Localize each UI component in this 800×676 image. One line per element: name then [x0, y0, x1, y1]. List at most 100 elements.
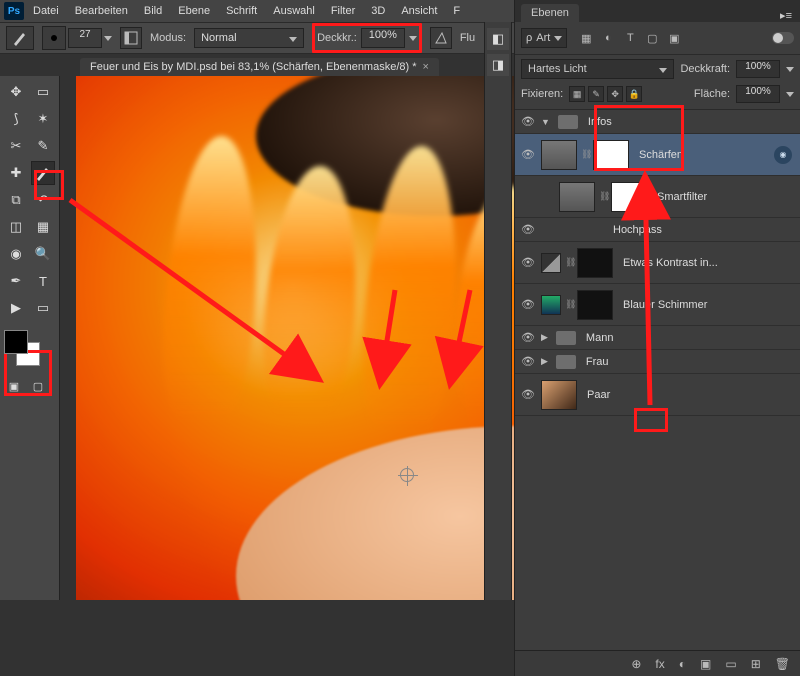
adjustment-layer-icon[interactable]: ▣ [700, 657, 711, 671]
document-tab[interactable]: Feuer und Eis by MDI.psd bei 83,1% (Schä… [80, 58, 439, 76]
layer-thumbnail[interactable] [559, 182, 595, 212]
menu-ansicht[interactable]: Ansicht [394, 3, 444, 19]
visibility-icon[interactable]: 👁 [519, 355, 537, 368]
layer-row[interactable]: 👁⛓Etwas Kontrast in... [515, 242, 800, 284]
layer-blend-mode[interactable]: Hartes Licht [521, 59, 674, 79]
folder-toggle-icon[interactable]: ▶ [541, 356, 548, 367]
panel-menu-icon[interactable]: ▸≡ [772, 9, 800, 22]
brush-tool[interactable] [31, 161, 55, 185]
lasso-tool[interactable]: ⟆ [4, 107, 28, 131]
tab-ebenen[interactable]: Ebenen [521, 4, 579, 22]
new-group-icon[interactable]: ▭ [725, 657, 736, 671]
mask-link-icon[interactable]: ⛓ [565, 299, 573, 310]
visibility-icon[interactable]: 👁 [519, 298, 537, 311]
mask-link-icon[interactable]: ⛓ [599, 191, 607, 202]
menu-filter[interactable]: Filter [324, 3, 362, 19]
layer-row[interactable]: 👁 ⛓ Blauer Schimmer [515, 284, 800, 326]
history-brush-tool[interactable]: ↶ [31, 188, 55, 212]
layer-fx-icon[interactable]: fx [655, 657, 664, 671]
layer-mask-thumbnail[interactable] [593, 140, 629, 170]
new-layer-icon[interactable]: ⊞ [751, 657, 761, 671]
lock-all-icon[interactable]: 🔒 [626, 86, 642, 102]
fill-field[interactable]: 100% [736, 85, 780, 103]
close-icon[interactable]: × [423, 61, 429, 73]
menu-ebene[interactable]: Ebene [171, 3, 217, 19]
brush-size-value[interactable]: 27 [68, 28, 102, 48]
visibility-icon[interactable]: 👁 [519, 223, 537, 236]
layer-row[interactable]: 👁 Paar [515, 374, 800, 416]
healing-tool[interactable]: ✚ [4, 161, 28, 185]
filter-smart-icon[interactable]: ▣ [667, 32, 681, 45]
color-swatches[interactable] [4, 330, 44, 370]
blend-mode-select[interactable]: Normal [194, 28, 304, 48]
lock-transparency-icon[interactable]: ▦ [569, 86, 585, 102]
pressure-opacity-icon[interactable] [430, 27, 452, 49]
layer-mask-icon[interactable]: ◐ [679, 657, 686, 671]
chevron-down-icon[interactable] [786, 67, 794, 72]
brush-size-picker[interactable]: 27 [42, 26, 112, 50]
layer-name[interactable]: Blauer Schimmer [617, 299, 796, 311]
layer-row[interactable]: 👁Hochpass [515, 218, 800, 242]
menu-bearbeiten[interactable]: Bearbeiten [68, 3, 135, 19]
eraser-tool[interactable]: ◫ [4, 215, 28, 239]
layer-thumbnail[interactable] [541, 380, 577, 410]
clone-stamp-tool[interactable]: ⧉ [4, 188, 28, 212]
visibility-icon[interactable]: 👁 [519, 115, 537, 128]
smart-filter-badge[interactable]: ◉ [774, 146, 792, 164]
screenmode-toggle[interactable]: ▢ [28, 378, 48, 394]
layer-name[interactable]: Infos [582, 116, 796, 128]
layer-row[interactable]: 👁⛓Schärfen◉ [515, 134, 800, 176]
folder-toggle-icon[interactable]: ▶ [541, 332, 548, 343]
delete-layer-icon[interactable]: 🗑 [775, 657, 790, 671]
type-tool[interactable]: T [31, 269, 55, 293]
layer-row[interactable]: ⛓Smartfilter [515, 176, 800, 218]
dock-icon-2[interactable]: ◨ [487, 54, 509, 76]
layer-mask-thumbnail[interactable] [611, 182, 647, 212]
menu-bild[interactable]: Bild [137, 3, 169, 19]
quickmask-toggle[interactable]: ▣ [4, 378, 24, 394]
move-tool[interactable]: ✥ [4, 80, 28, 104]
filter-adjust-icon[interactable]: ◐ [601, 32, 615, 45]
layer-row[interactable]: 👁 ▼ Infos [515, 110, 800, 134]
menu-datei[interactable]: Datei [26, 3, 66, 19]
opacity-field[interactable]: 100% [361, 28, 405, 48]
layer-row[interactable]: 👁 ▶ Mann [515, 326, 800, 350]
filter-type-icon[interactable]: T [623, 32, 637, 45]
layer-thumbnail[interactable] [541, 295, 561, 315]
shape-tool[interactable]: ▭ [31, 296, 55, 320]
marquee-tool[interactable]: ▭ [31, 80, 55, 104]
gradient-tool[interactable]: ▦ [31, 215, 55, 239]
dodge-tool[interactable]: 🔍 [31, 242, 55, 266]
layer-mask-thumbnail[interactable] [577, 248, 613, 278]
filter-toggle[interactable] [772, 32, 794, 44]
visibility-icon[interactable]: 👁 [519, 331, 537, 344]
layer-mask-thumbnail[interactable] [577, 290, 613, 320]
menu-auswahl[interactable]: Auswahl [266, 3, 322, 19]
mask-link-icon[interactable]: ⛓ [581, 149, 589, 160]
foreground-color[interactable] [4, 330, 28, 354]
layer-thumbnail[interactable] [541, 140, 577, 170]
layer-name[interactable]: Paar [581, 389, 796, 401]
chevron-down-icon[interactable] [104, 36, 112, 41]
filter-shape-icon[interactable]: ▢ [645, 32, 659, 45]
eyedropper-tool[interactable]: ✎ [31, 134, 55, 158]
visibility-icon[interactable]: 👁 [519, 388, 537, 401]
chevron-down-icon[interactable] [409, 36, 417, 41]
layer-name[interactable]: Mann [580, 332, 796, 344]
filter-pixel-icon[interactable]: ▦ [579, 32, 593, 45]
link-layers-icon[interactable]: ⊕ [631, 657, 641, 671]
blur-tool[interactable]: ◉ [4, 242, 28, 266]
pen-tool[interactable]: ✒ [4, 269, 28, 293]
tool-preset-picker[interactable] [6, 26, 34, 50]
mask-link-icon[interactable]: ⛓ [565, 257, 573, 268]
folder-toggle-icon[interactable]: ▼ [541, 117, 550, 127]
menu-more[interactable]: F [446, 3, 467, 19]
layer-name[interactable]: Frau [580, 356, 796, 368]
menu-schrift[interactable]: Schrift [219, 3, 264, 19]
path-select-tool[interactable]: ▶ [4, 296, 28, 320]
layer-filter-type[interactable]: ρArt [521, 28, 567, 48]
visibility-icon[interactable]: 👁 [519, 148, 537, 161]
layer-row[interactable]: 👁 ▶ Frau [515, 350, 800, 374]
layer-opacity-field[interactable]: 100% [736, 60, 780, 78]
lock-pixels-icon[interactable]: ✎ [588, 86, 604, 102]
